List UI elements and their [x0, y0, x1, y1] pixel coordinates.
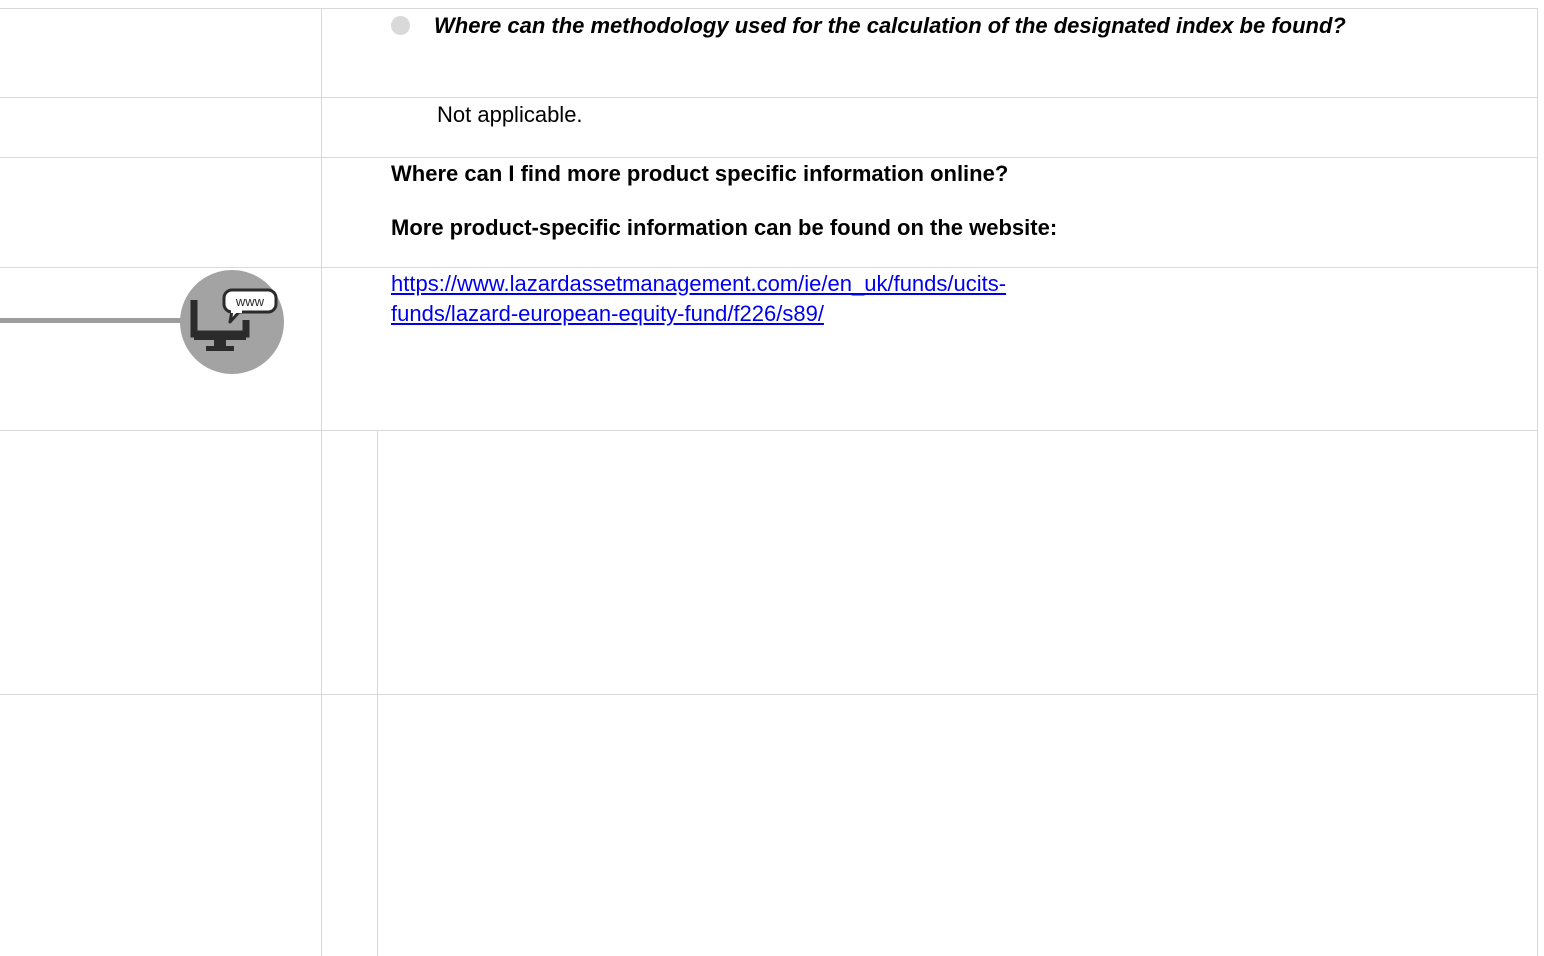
www-label: www	[235, 294, 265, 309]
computer-www-icon-graphic: www	[190, 288, 278, 351]
circle-bullet-icon	[391, 16, 410, 35]
online-info-intro: More product-specific information can be…	[391, 215, 1058, 240]
row-divider	[0, 694, 1538, 695]
column-divider	[321, 8, 322, 956]
row-divider	[0, 430, 1538, 431]
column-divider	[377, 430, 378, 956]
product-website-link-line1: https://www.lazardassetmanagement.com/ie…	[391, 271, 1007, 296]
connector-line	[0, 318, 190, 323]
row-divider	[0, 8, 1538, 9]
column-divider	[1537, 8, 1538, 956]
online-info-question: Where can I find more product specific i…	[391, 161, 1009, 186]
methodology-question-text: Where can the methodology used for the c…	[434, 13, 1346, 38]
row-divider	[0, 157, 1538, 158]
product-website-link[interactable]: https://www.lazardassetmanagement.com/ie…	[391, 269, 1006, 329]
methodology-question: Where can the methodology used for the c…	[391, 11, 1511, 41]
methodology-answer: Not applicable.	[437, 102, 583, 127]
row-divider	[0, 267, 1538, 268]
product-website-link-line2: funds/lazard-european-equity-fund/f226/s…	[391, 301, 824, 326]
row-divider	[0, 97, 1538, 98]
document-page: Where can the methodology used for the c…	[0, 0, 1544, 956]
computer-www-icon: www	[180, 270, 284, 374]
